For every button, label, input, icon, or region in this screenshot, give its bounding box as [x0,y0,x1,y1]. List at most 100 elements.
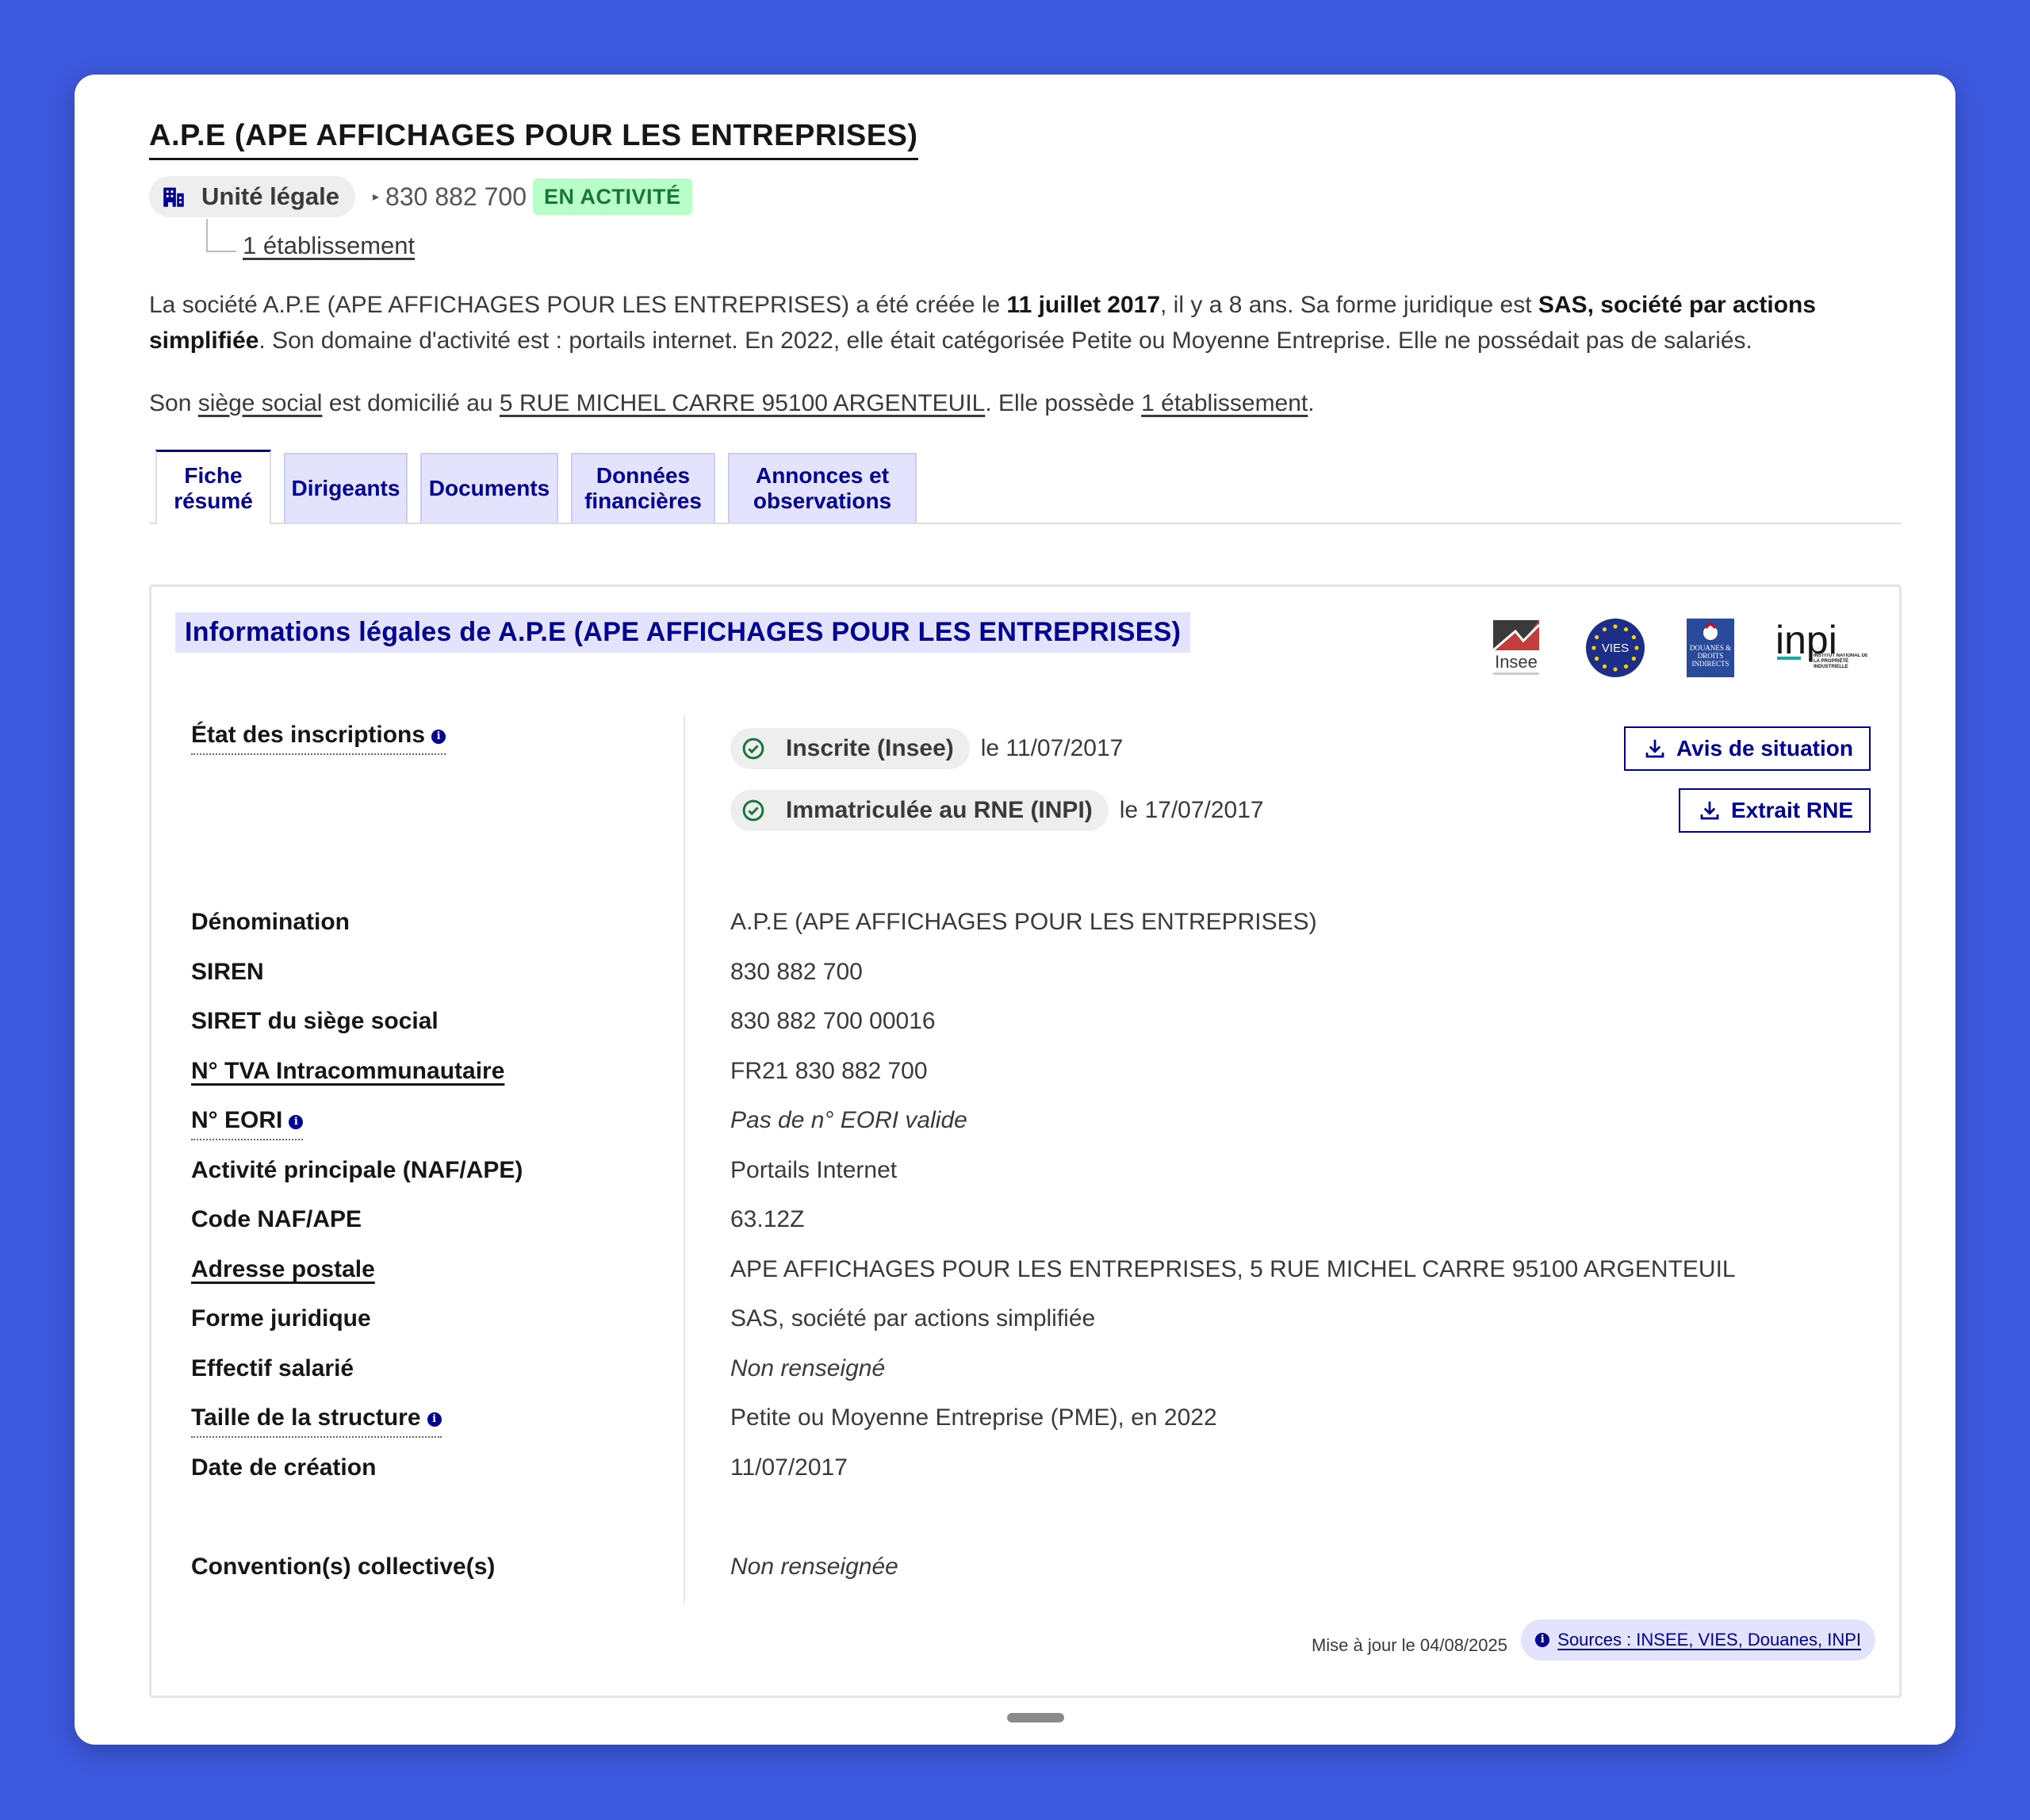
tva-value: FR21 830 882 700 [730,1058,928,1084]
legal-info-panel: Informations légales de A.P.E (APE AFFIC… [149,584,1902,1698]
denomination-value: A.P.E (APE AFFICHAGES POUR LES ENTREPRIS… [730,909,1317,935]
douanes-text: DOUANES & DROITS INDIRECTS [1689,644,1732,668]
effectif-label: Effectif salarié [191,1355,354,1381]
tab-label: Documents [428,476,550,500]
tab-dirigeants[interactable]: Dirigeants [284,453,408,523]
unit-type-badge: Unité légale [149,176,355,217]
convention-value: Non renseignée [730,1554,898,1581]
taille-label[interactable]: Taille de la structure i [191,1404,442,1438]
tab-label: Dirigeants [291,476,400,500]
forme-juridique-value: SAS, société par actions simplifiée [730,1305,1096,1331]
description-paragraph-1: La société A.P.E (APE AFFICHAGES POUR LE… [149,287,1909,358]
adresse-label[interactable]: Adresse postale [191,1256,375,1283]
date-creation-label: Date de création [191,1454,377,1481]
activite-value: Portails Internet [730,1157,898,1183]
siege-social-link[interactable]: siège social [198,390,323,416]
sources-text: Sources : INSEE, VIES, Douanes, INPI [1557,1630,1861,1649]
etablissement-link[interactable]: 1 établissement [1141,390,1308,416]
description-paragraph-2: Son siège social est domicilié au 5 RUE … [149,385,1909,421]
convention-label: Convention(s) collective(s) [191,1554,496,1580]
insee-logo: Insee [1488,617,1544,683]
button-label: Extrait RNE [1730,798,1853,822]
rne-date: le 17/07/2017 [1119,797,1264,823]
activite-label: Activité principale (NAF/APE) [191,1157,523,1183]
svg-text:Insee: Insee [1495,652,1538,672]
tab-documents[interactable]: Documents [420,453,558,523]
identity-row: Unité légale ▸ 830 882 700 EN ACTIVITÉ [149,176,1955,217]
tab-label: financières [584,489,702,513]
button-label: Avis de situation [1676,736,1853,761]
tab-label: résumé [174,488,253,513]
etablissements-link[interactable]: 1 établissement [243,232,415,260]
desc-text: . Son domaine d'activité est : portails … [259,328,1752,354]
company-card: A.P.E (APE AFFICHAGES POUR LES ENTREPRIS… [75,75,1955,1745]
inscription-rne: Immatriculée au RNE (INPI) le 17/07/2017 [730,790,1264,831]
eori-value: Pas de n° EORI valide [730,1107,967,1134]
tab-label: Annonces et [755,463,890,488]
desc-text: La société A.P.E (APE AFFICHAGES POUR LE… [149,292,1007,318]
label-text: N° EORI [191,1107,283,1133]
denomination-label: Dénomination [191,909,350,935]
info-icon: i [427,1412,442,1427]
forme-juridique-label: Forme juridique [191,1305,371,1331]
adresse-value: APE AFFICHAGES POUR LES ENTREPRISES, 5 R… [730,1256,1736,1282]
svg-text:VIES: VIES [1602,642,1629,655]
code-naf-label: Code NAF/APE [191,1206,362,1232]
info-icon: i [1535,1633,1550,1647]
siren-label: SIREN [191,959,264,985]
download-icon [1645,739,1664,758]
siret-value: 830 882 700 00016 [730,1008,936,1034]
resize-handle[interactable] [1007,1713,1064,1722]
effectif-value: Non renseigné [730,1355,885,1382]
desc-text: est domicilié au [322,390,500,416]
tab-bar: Fiche résumé Dirigeants Documents Données… [149,450,1902,524]
inscription-insee: Inscrite (Insee) le 11/07/2017 [730,728,1123,769]
eori-label[interactable]: N° EORI i [191,1107,304,1140]
tab-label: Fiche [184,462,243,488]
status-badge: EN ACTIVITÉ [532,178,692,215]
label-text: État des inscriptions [191,722,426,748]
caret-right-icon: ▸ [373,190,380,204]
desc-text: Son [149,390,198,416]
rne-status-chip: Immatriculée au RNE (INPI) [730,790,1109,831]
info-icon: i [431,730,446,744]
page-title: A.P.E (APE AFFICHAGES POUR LES ENTREPRIS… [149,119,918,160]
last-updated: Mise à jour le 04/08/2025 [1311,1635,1507,1655]
unit-type-label: Unité légale [201,182,339,210]
tab-label: observations [753,489,892,513]
siret-label: SIRET du siège social [191,1008,439,1034]
convention-text: Non renseignée [730,1554,898,1580]
inscriptions-label[interactable]: État des inscriptions i [191,722,446,755]
siren-number: 830 882 700 [385,182,527,211]
etablissements-tree: 1 établissement [206,217,1955,273]
desc-text: . [1308,390,1315,416]
source-logos: Insee VIES DOUANES & DROITS INDIRECTS in… [1447,617,1868,683]
tva-label[interactable]: N° TVA Intracommunautaire [191,1058,504,1085]
douanes-logo: DOUANES & DROITS INDIRECTS [1687,619,1734,681]
check-circle-icon [742,799,764,822]
label-text: Taille de la structure [191,1404,421,1431]
effectif-text: Non renseigné [730,1355,886,1381]
insee-date: le 11/07/2017 [980,735,1124,761]
extrait-rne-button[interactable]: Extrait RNE [1678,788,1871,833]
inpi-subtitle: INSTITUT NATIONAL DE LA PROPRIÉTÉ INDUST… [1814,653,1868,669]
eori-text: Pas de n° EORI valide [730,1107,967,1133]
sources-link[interactable]: i Sources : INSEE, VIES, Douanes, INPI [1521,1619,1875,1661]
date-creation-value: 11/07/2017 [730,1454,848,1481]
info-icon: i [289,1115,304,1129]
download-icon [1700,801,1719,820]
siren-value: 830 882 700 [730,959,863,985]
avis-de-situation-button[interactable]: Avis de situation [1623,726,1871,771]
check-circle-icon [742,738,764,760]
rne-status-label: Immatriculée au RNE (INPI) [786,797,1093,823]
tab-annonces-observations[interactable]: Annonces et observations [728,453,917,523]
address-link[interactable]: 5 RUE MICHEL CARRE 95100 ARGENTEUIL [500,390,985,416]
tab-fiche-resume[interactable]: Fiche résumé [155,450,271,524]
tab-label: Données [596,463,691,488]
creation-date-highlight: 11 juillet 2017 [1006,292,1161,318]
desc-text: . Elle possède [985,390,1142,416]
vies-logo: VIES [1585,618,1645,682]
inpi-logo: inpi INSTITUT NATIONAL DE LA PROPRIÉTÉ I… [1775,618,1868,678]
tab-donnees-financieres[interactable]: Données financières [571,453,715,523]
company-description: La société A.P.E (APE AFFICHAGES POUR LE… [149,287,1909,421]
